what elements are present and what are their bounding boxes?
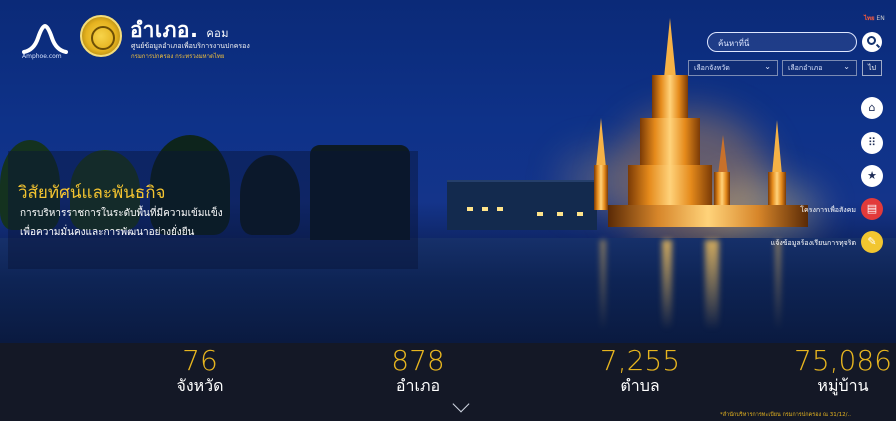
lang-th[interactable]: ไทย bbox=[864, 15, 875, 22]
stat-villages[interactable]: 75,086 หมู่บ้าน bbox=[790, 346, 896, 396]
ministry-name: กรมการปกครอง กระทรวงมหาดไทย bbox=[131, 53, 225, 60]
side-item-label-6[interactable]: แจ้งข้อมูลร้องเรียนการทุจริต bbox=[740, 238, 856, 249]
edit-icon: ✎ bbox=[867, 235, 877, 248]
language-switch: ไทย EN bbox=[864, 13, 885, 23]
side-item-label-5[interactable]: โครงการเพื่อสังคม bbox=[790, 205, 856, 216]
go-button[interactable]: ไป bbox=[862, 60, 882, 76]
district-select-value: เลือกอำเภอ bbox=[788, 64, 823, 72]
district-select[interactable]: เลือกอำเภอ ⌄ bbox=[782, 60, 857, 76]
lang-en[interactable]: EN bbox=[876, 15, 884, 22]
chevron-down-icon: ⌄ bbox=[764, 62, 771, 71]
menu-grid-button[interactable]: ⠿ bbox=[861, 132, 883, 154]
star-icon: ★ bbox=[867, 169, 877, 182]
province-select-value: เลือกจังหวัด bbox=[694, 64, 730, 72]
stat-value: 878 bbox=[391, 344, 445, 377]
stat-districts[interactable]: 878 อำเภอ bbox=[358, 346, 478, 396]
home-button[interactable]: ⌂ bbox=[861, 97, 883, 119]
stat-provinces[interactable]: 76 จังหวัด bbox=[140, 346, 260, 396]
grid-icon: ⠿ bbox=[867, 136, 877, 149]
mission-line-1: การบริหารราชการในระดับพื้นที่มีความเข้มแ… bbox=[20, 208, 223, 219]
mission-line-2: เพื่อความมั่นคงและการพัฒนาอย่างยั่งยืน bbox=[20, 227, 195, 238]
site-name-suffix: คอม bbox=[206, 27, 230, 40]
stat-subdistricts[interactable]: 7,255 ตำบล bbox=[580, 346, 700, 396]
amphoe-logo-icon bbox=[22, 24, 68, 54]
search-icon bbox=[867, 36, 876, 45]
favorite-button[interactable]: ★ bbox=[861, 165, 883, 187]
stats-source-note: *สำนักบริหารการทะเบียน กรมการปกครอง ณ 31… bbox=[720, 412, 851, 418]
home-icon: ⌂ bbox=[868, 101, 876, 114]
document-icon: ▤ bbox=[866, 202, 878, 215]
mission-title: วิสัยทัศน์และพันธกิจ bbox=[18, 183, 166, 203]
site-name: อำเภอ. bbox=[130, 18, 199, 42]
stat-label: จังหวัด bbox=[176, 376, 224, 395]
stat-label: อำเภอ bbox=[395, 376, 441, 395]
stat-value: 76 bbox=[182, 344, 218, 377]
search-button[interactable] bbox=[862, 32, 882, 52]
chevron-down-icon: ⌄ bbox=[843, 62, 850, 71]
logo-caption: Amphoe.com bbox=[22, 53, 62, 60]
department-seal-icon bbox=[80, 15, 122, 57]
stat-value: 7,255 bbox=[599, 344, 681, 377]
province-select[interactable]: เลือกจังหวัด ⌄ bbox=[688, 60, 778, 76]
complaint-button[interactable]: ✎ bbox=[861, 231, 883, 253]
document-button[interactable]: ▤ bbox=[861, 198, 883, 220]
stat-value: 75,086 bbox=[794, 346, 892, 377]
search-placeholder: ค้นหาที่นี่ bbox=[718, 39, 750, 48]
search-input[interactable]: ค้นหาที่นี่ bbox=[707, 32, 857, 52]
stat-label: ตำบล bbox=[620, 376, 660, 395]
stat-label: หมู่บ้าน bbox=[817, 376, 869, 395]
